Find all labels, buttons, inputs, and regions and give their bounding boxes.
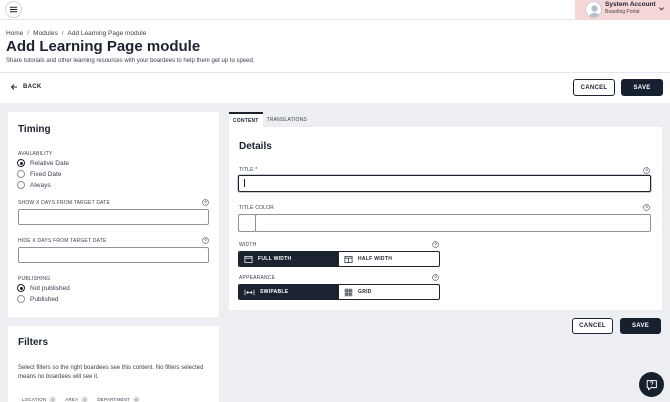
account-name: System Account (605, 1, 656, 8)
option-label: GRID (358, 289, 372, 295)
chat-help-icon (646, 379, 657, 390)
filters-card: Filters Select filters so the right boar… (8, 326, 219, 402)
hide-days-label: HIDE X DAYS FROM TARGET DATE (18, 238, 107, 244)
top-bar: System Account Boarding Portal (0, 0, 670, 20)
radio-fixed-date[interactable]: Fixed Date (17, 170, 61, 178)
radio-control[interactable] (17, 284, 25, 292)
appearance-label: APPEARANCE (239, 275, 276, 281)
help-icon[interactable] (202, 237, 209, 244)
title-field-label: TITLE * (239, 167, 258, 173)
swipe-icon (244, 289, 255, 295)
radio-label: Published (30, 295, 59, 303)
help-icon[interactable] (432, 241, 439, 248)
show-days-input[interactable] (18, 209, 209, 225)
cancel-button[interactable]: CANCEL (573, 79, 615, 96)
save-button-bottom[interactable]: SAVE (620, 318, 661, 334)
width-selector: FULL WIDTH HALF WIDTH (238, 251, 440, 267)
filter-chip-department[interactable]: DEPARTMENT 0 (97, 396, 140, 402)
back-label: BACK (23, 84, 42, 90)
appearance-option-grid[interactable]: GRID (339, 285, 439, 299)
radio-published[interactable]: Published (17, 295, 59, 303)
half-width-icon (344, 255, 353, 263)
title-input[interactable] (238, 175, 651, 192)
radio-label: Relative Date (30, 159, 70, 167)
account-menu[interactable]: System Account Boarding Portal (575, 0, 670, 20)
save-button[interactable]: SAVE (621, 79, 663, 96)
details-card: Details TITLE * TITLE COLOR WIDTH FULL W… (229, 127, 662, 310)
filter-chip-area[interactable]: AREA 0 (65, 396, 89, 402)
menu-button[interactable] (5, 1, 22, 18)
radio-label: Fixed Date (30, 170, 62, 178)
help-icon[interactable] (202, 199, 209, 206)
option-label: FULL WIDTH (258, 256, 292, 262)
cancel-button-bottom[interactable]: CANCEL (572, 318, 613, 334)
breadcrumb: Home / Modules / Add Learning Page modul… (6, 30, 147, 37)
option-label: HALF WIDTH (358, 256, 393, 262)
help-icon[interactable] (643, 204, 650, 211)
details-title: Details (239, 141, 272, 152)
chip-count: 0 (49, 396, 57, 402)
radio-always[interactable]: Always (17, 181, 51, 189)
availability-label: AVAILABILITY (18, 151, 53, 157)
account-subtitle: Boarding Portal (605, 9, 640, 15)
title-color-input[interactable] (255, 214, 651, 232)
page-description: Share tutorials and other learning resou… (6, 58, 255, 64)
width-label: WIDTH (239, 242, 257, 248)
chevron-down-icon (659, 7, 664, 11)
tab-translations[interactable]: TRANSLATIONS (263, 112, 311, 127)
chip-label: AREA (65, 397, 79, 402)
radio-control[interactable] (17, 295, 25, 303)
filter-chips: LOCATION 0 AREA 0 DEPARTMENT 0 (22, 396, 140, 402)
back-button[interactable]: BACK (10, 83, 42, 91)
hide-days-input[interactable] (18, 247, 209, 263)
hamburger-icon (9, 6, 18, 13)
appearance-selector: SWIPABLE GRID (238, 284, 440, 300)
width-option-half[interactable]: HALF WIDTH (339, 252, 439, 266)
radio-not-published[interactable]: Not published (17, 284, 70, 292)
show-days-label: SHOW X DAYS FROM TARGET DATE (18, 200, 111, 206)
filters-description: Select filters so the right boardees see… (18, 365, 204, 380)
filter-chip-location[interactable]: LOCATION 0 (22, 396, 57, 402)
filters-title: Filters (18, 337, 49, 348)
timing-card: Timing AVAILABILITY Relative Date Fixed … (8, 112, 219, 317)
breadcrumb-home[interactable]: Home (6, 30, 23, 37)
help-icon[interactable] (643, 167, 650, 174)
page-title: Add Learning Page module (6, 38, 201, 55)
chip-label: LOCATION (22, 397, 47, 402)
radio-label: Always (30, 181, 51, 189)
full-width-icon (244, 255, 253, 263)
chip-label: DEPARTMENT (97, 397, 130, 402)
avatar-icon (585, 1, 602, 18)
radio-control[interactable] (17, 170, 25, 178)
tab-content[interactable]: CONTENT (229, 112, 263, 127)
chip-count: 0 (132, 396, 140, 402)
appearance-option-swipable[interactable]: SWIPABLE (239, 285, 339, 299)
text-cursor (244, 179, 245, 187)
header-divider (0, 72, 670, 73)
content-tabs: CONTENT TRANSLATIONS (229, 112, 311, 127)
option-label: SWIPABLE (260, 289, 289, 295)
radio-label: Not published (30, 284, 70, 292)
timing-title: Timing (18, 124, 51, 135)
width-option-full[interactable]: FULL WIDTH (239, 252, 339, 266)
color-swatch[interactable] (238, 214, 256, 232)
help-icon[interactable] (432, 274, 439, 281)
title-color-label: TITLE COLOR (239, 205, 274, 211)
breadcrumb-modules[interactable]: Modules (33, 30, 58, 37)
help-chat-button[interactable] (639, 372, 664, 397)
chip-count: 0 (81, 396, 89, 402)
grid-icon (344, 288, 353, 296)
radio-relative-date[interactable]: Relative Date (17, 159, 69, 167)
radio-control[interactable] (17, 159, 25, 167)
breadcrumb-current: Add Learning Page module (67, 30, 147, 37)
arrow-left-icon (10, 84, 17, 90)
radio-control[interactable] (17, 181, 25, 189)
publishing-label: PUBLISHING (18, 276, 51, 282)
